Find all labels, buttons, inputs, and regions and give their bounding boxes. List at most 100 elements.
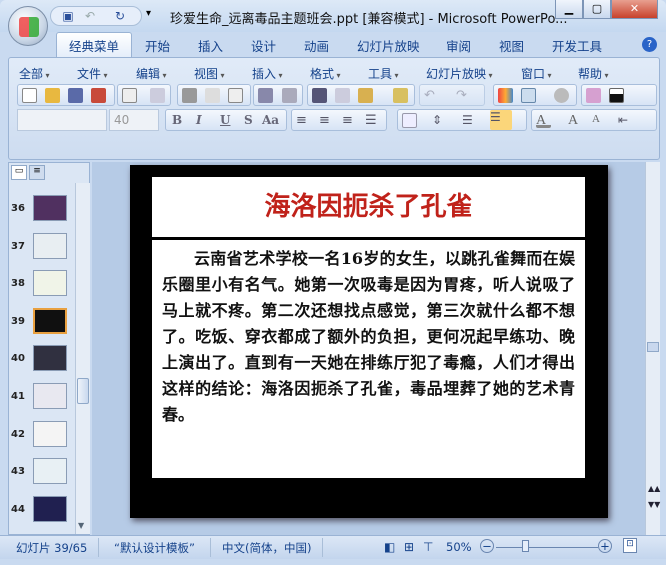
minimize-button[interactable]: ▁ — [555, 0, 583, 19]
italic-button[interactable]: I — [196, 113, 202, 127]
slide-sorter-icon[interactable]: ⊞ — [404, 540, 414, 554]
slide-thumbnail[interactable]: 42 — [9, 420, 75, 457]
zoom-in-icon[interactable]: + — [598, 539, 612, 553]
slideshow-view-icon[interactable]: ⊤ — [423, 540, 433, 554]
change-case-button[interactable]: Aa — [262, 113, 279, 127]
font-color-icon[interactable]: A — [536, 113, 551, 128]
normal-view-icon[interactable]: ◧ — [384, 540, 395, 554]
bullets-icon[interactable]: ☰ — [490, 110, 512, 130]
maximize-button[interactable]: ▢ — [583, 0, 611, 19]
text-box-icon[interactable] — [402, 113, 417, 128]
slide-thumbnail[interactable]: 38 — [9, 270, 75, 306]
research-icon[interactable] — [282, 88, 297, 103]
menu-window[interactable]: 窗口 — [521, 65, 552, 82]
zoom-level[interactable]: 50% — [446, 540, 472, 554]
print-icon[interactable] — [182, 88, 197, 103]
email-icon[interactable] — [122, 88, 137, 103]
zoom-slider[interactable] — [496, 547, 598, 548]
office-button[interactable] — [8, 6, 48, 46]
scrollbar-thumb[interactable] — [77, 378, 89, 404]
next-slide-icon[interactable]: ▼▼ — [648, 500, 660, 509]
page-setup-icon[interactable] — [228, 88, 243, 103]
print-preview-icon[interactable] — [205, 88, 220, 103]
menu-view[interactable]: 视图 — [194, 65, 225, 82]
tab-home[interactable]: 开始 — [145, 36, 170, 55]
redo-icon[interactable]: ↷ — [456, 88, 471, 103]
slide-thumbnail[interactable]: 37 — [9, 232, 75, 269]
tab-slides[interactable]: ▭ — [11, 165, 27, 180]
decrease-indent-icon[interactable]: ⇤ — [618, 113, 633, 128]
slide-body-text[interactable]: 云南省艺术学校一名16岁的女生，以跳孔雀舞而在娱乐圈里小有名气。她第一次吸毒是因… — [152, 240, 585, 478]
slides-scrollbar[interactable]: ▼ — [75, 183, 90, 534]
line-spacing-icon[interactable]: ⇕ — [432, 113, 447, 128]
menu-tools[interactable]: 工具 — [368, 65, 399, 82]
design-icon[interactable] — [586, 88, 601, 103]
tab-animation[interactable]: 动画 — [304, 36, 329, 55]
slide-canvas[interactable]: 海洛因扼杀了孔雀 云南省艺术学校一名16岁的女生，以跳孔雀舞而在娱乐圈里小有名气… — [130, 165, 608, 518]
numbering-icon[interactable]: ☰ — [462, 113, 477, 128]
slide-thumbnail[interactable]: 44 — [9, 495, 75, 532]
slide-title[interactable]: 海洛因扼杀了孔雀 — [152, 177, 585, 237]
increase-font-icon[interactable]: A — [568, 113, 583, 128]
tab-classic-menu[interactable]: 经典菜单 — [56, 32, 133, 58]
permission-icon[interactable] — [91, 88, 106, 103]
menu-edit[interactable]: 编辑 — [136, 65, 167, 82]
paste-icon[interactable] — [358, 88, 373, 103]
slide-thumbnail[interactable]: 43 — [9, 458, 75, 494]
hyperlink-icon[interactable] — [554, 88, 569, 103]
undo-icon[interactable]: ↶ — [424, 88, 439, 103]
tab-developer[interactable]: 开发工具 — [552, 36, 602, 55]
font-size-select[interactable]: 40 — [109, 109, 159, 131]
zoom-out-icon[interactable]: − — [480, 539, 494, 553]
tab-design[interactable]: 设计 — [251, 36, 276, 55]
bold-button[interactable]: B — [172, 113, 182, 127]
editor-scrollbar[interactable]: ▲▲ ▼▼ — [645, 162, 660, 535]
slide-thumbnail[interactable]: 40 — [9, 345, 75, 381]
table-icon[interactable] — [521, 88, 536, 103]
tab-insert[interactable]: 插入 — [198, 36, 223, 55]
menu-insert[interactable]: 插入 — [252, 65, 283, 82]
underline-button[interactable]: U — [220, 113, 230, 127]
slide-thumbnail[interactable]: 36 — [9, 195, 75, 231]
new-icon[interactable] — [22, 88, 37, 103]
fit-to-window-icon[interactable]: ⊡ — [623, 538, 637, 553]
help-icon[interactable]: ? — [642, 37, 657, 52]
slide-thumbnail[interactable]: 41 — [9, 383, 75, 419]
menu-file[interactable]: 文件 — [77, 65, 108, 82]
save-icon[interactable]: ▣ — [61, 9, 75, 23]
align-right-icon[interactable]: ≡ — [342, 113, 357, 128]
design-template[interactable]: “默认设计模板” — [114, 540, 195, 556]
align-center-icon[interactable]: ≡ — [319, 113, 334, 128]
format-painter-icon[interactable] — [393, 88, 408, 103]
tab-review[interactable]: 审阅 — [446, 36, 471, 55]
undo-icon[interactable]: ↶ — [83, 9, 97, 23]
tab-outline[interactable]: ≡ — [29, 165, 45, 180]
menu-slideshow[interactable]: 幻灯片放映 — [426, 65, 493, 82]
customize-qat-icon[interactable]: ▾ — [146, 8, 151, 19]
spelling-icon[interactable] — [258, 88, 273, 103]
redo-icon[interactable]: ↻ — [113, 9, 127, 23]
chart-icon[interactable] — [498, 88, 513, 103]
justify-icon[interactable]: ☰ — [365, 113, 380, 128]
scrollbar-thumb[interactable] — [647, 342, 659, 352]
menu-help[interactable]: 帮助 — [578, 65, 609, 82]
slide-thumbnail[interactable]: 39 — [9, 307, 75, 344]
shadow-button[interactable]: S — [244, 113, 253, 127]
copy-icon[interactable] — [335, 88, 350, 103]
tab-slideshow[interactable]: 幻灯片放映 — [357, 36, 420, 55]
previous-slide-icon[interactable]: ▲▲ — [648, 484, 660, 493]
cut-icon[interactable] — [312, 88, 327, 103]
font-name-select[interactable] — [17, 109, 107, 131]
save-icon[interactable] — [68, 88, 83, 103]
language-indicator[interactable]: 中文(简体，中国) — [222, 540, 311, 556]
zoom-slider-thumb[interactable] — [522, 540, 530, 552]
decrease-font-icon[interactable]: A — [592, 113, 607, 128]
attach-icon[interactable] — [150, 88, 165, 103]
grayscale-icon[interactable] — [609, 88, 624, 103]
open-icon[interactable] — [45, 88, 60, 103]
menu-all[interactable]: 全部 — [19, 65, 50, 82]
menu-format[interactable]: 格式 — [310, 65, 341, 82]
close-button[interactable]: ✕ — [611, 0, 658, 19]
tab-view[interactable]: 视图 — [499, 36, 524, 55]
align-left-icon[interactable]: ≡ — [296, 113, 311, 128]
